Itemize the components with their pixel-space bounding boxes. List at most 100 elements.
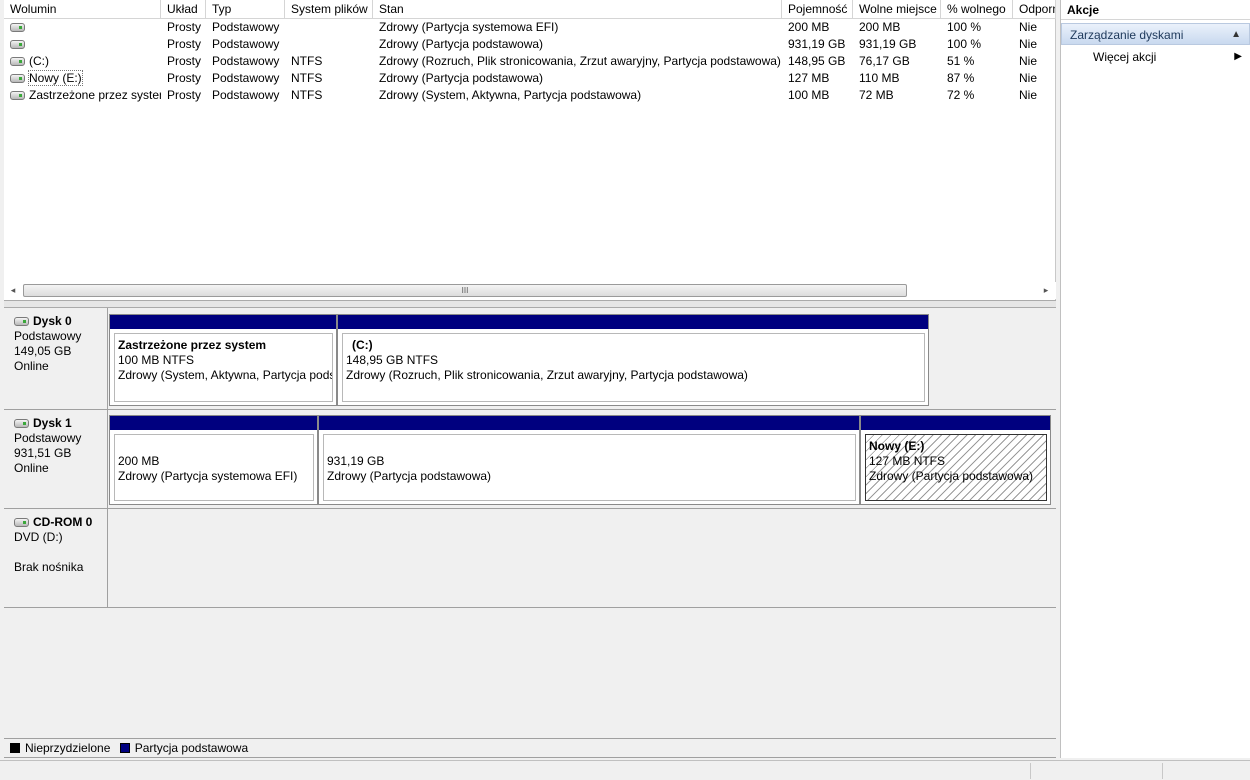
partition-c[interactable]: (C:) 148,95 GB NTFS Zdrowy (Rozruch, Pli…: [337, 314, 929, 406]
volume-list-header: Wolumin Układ Typ System plików Stan Poj…: [4, 0, 1056, 19]
volume-type: Podstawowy: [212, 71, 280, 85]
horizontal-scrollbar[interactable]: ◂ III ▸: [4, 282, 1056, 299]
partition-size: 100 MB NTFS: [118, 353, 195, 367]
partition-type-bar: [338, 315, 928, 329]
collapse-up-icon[interactable]: ▲: [1231, 24, 1241, 46]
table-row[interactable]: (C:) Prosty Podstawowy NTFS Zdrowy (Rozr…: [4, 53, 1056, 70]
column-header-status[interactable]: Stan: [373, 0, 782, 19]
volume-status: Zdrowy (Partycja podstawowa): [379, 71, 544, 85]
partition-efi[interactable]: 200 MB Zdrowy (Partycja systemowa EFI): [109, 415, 318, 505]
actions-pane: Akcje Zarządzanie dyskami ▲ Więcej akcji…: [1060, 0, 1250, 758]
partition-title: (C:): [352, 338, 373, 352]
volume-fault-tolerance: Nie: [1019, 88, 1038, 102]
volume-percent-free: 72 %: [947, 88, 975, 102]
volume-capacity: 931,19 GB: [788, 37, 846, 51]
column-header-capacity[interactable]: Pojemność: [782, 0, 853, 19]
column-header-layout[interactable]: Układ: [161, 0, 206, 19]
partition-type-bar: [110, 416, 317, 430]
disk-size: 149,05 GB: [14, 344, 72, 358]
column-header-percent-free[interactable]: % wolnego: [941, 0, 1013, 19]
volume-percent-free: 100 %: [947, 20, 982, 34]
partition-system-reserved[interactable]: Zastrzeżone przez system 100 MB NTFS Zdr…: [109, 314, 337, 406]
partition-status: Zdrowy (Rozruch, Plik stronicowania, Zrz…: [346, 368, 748, 382]
more-actions-item[interactable]: Więcej akcji ▶: [1061, 46, 1250, 68]
status-segment: [1030, 763, 1160, 779]
hard-disk-icon: [14, 419, 29, 428]
partition-size: 200 MB: [118, 454, 160, 468]
scroll-left-arrow-icon[interactable]: ◂: [6, 284, 20, 297]
volume-percent-free: 100 %: [947, 37, 982, 51]
volume-layout: Prosty: [167, 88, 202, 102]
cdrom-row: CD-ROM 0 DVD (D:) Brak nośnika: [4, 509, 1056, 608]
actions-section-disk-management[interactable]: Zarządzanie dyskami ▲: [1061, 23, 1250, 45]
volume-layout: Prosty: [167, 54, 202, 68]
disk-graphical-view: Dysk 0 Podstawowy 149,05 GB Online Zastr…: [4, 308, 1056, 738]
volume-filesystem: NTFS: [291, 54, 323, 68]
partition-status: Zdrowy (System, Aktywna, Partycja podsta…: [118, 368, 332, 382]
partition-size: 931,19 GB: [327, 454, 385, 468]
disk-state: Online: [14, 359, 49, 373]
legend-label-primary: Partycja podstawowa: [134, 741, 249, 755]
partition-data[interactable]: 931,19 GB Zdrowy (Partycja podstawowa): [318, 415, 860, 505]
volume-type: Podstawowy: [212, 20, 280, 34]
volume-type: Podstawowy: [212, 88, 280, 102]
disk-label-1[interactable]: Dysk 1 Podstawowy 931,51 GB Online: [4, 410, 108, 508]
volume-fault-tolerance: Nie: [1019, 54, 1038, 68]
disk-name: Dysk 1: [33, 416, 72, 430]
volume-fault-tolerance: Nie: [1019, 20, 1038, 34]
section-label: Zarządzanie dyskami: [1070, 28, 1184, 42]
volume-percent-free: 51 %: [947, 54, 975, 68]
scrollbar-thumb[interactable]: III: [23, 284, 907, 297]
table-row[interactable]: Prosty Podstawowy Zdrowy (Partycja syste…: [4, 19, 1056, 36]
table-row[interactable]: Nowy (E:) Prosty Podstawowy NTFS Zdrowy …: [4, 70, 1056, 87]
volume-type: Podstawowy: [212, 54, 280, 68]
disk-state: Online: [14, 461, 49, 475]
cdrom-label[interactable]: CD-ROM 0 DVD (D:) Brak nośnika: [4, 509, 108, 607]
column-header-fault-tolerance[interactable]: Odporn: [1013, 0, 1056, 19]
disk-volume-icon: [10, 40, 25, 49]
volume-status: Zdrowy (Partycja systemowa EFI): [379, 20, 559, 34]
volume-type: Podstawowy: [212, 37, 280, 51]
actions-title: Akcje: [1061, 0, 1250, 20]
table-row[interactable]: Prosty Podstawowy Zdrowy (Partycja podst…: [4, 36, 1056, 53]
disk-size: 931,51 GB: [14, 446, 72, 460]
disk-volume-icon: [10, 23, 25, 32]
column-header-filesystem[interactable]: System plików: [285, 0, 373, 19]
volume-fault-tolerance: Nie: [1019, 71, 1038, 85]
partition-title: Nowy (E:): [869, 439, 925, 453]
disk-volume-icon: [10, 74, 25, 83]
volume-free-space: 200 MB: [859, 20, 901, 34]
volume-status: Zdrowy (Partycja podstawowa): [379, 37, 544, 51]
selected-partition-hatch: Nowy (E:) 127 MB NTFS Zdrowy (Partycja p…: [865, 434, 1047, 501]
cdrom-media: Brak nośnika: [14, 560, 84, 574]
disk-row-1: Dysk 1 Podstawowy 931,51 GB Online 200 M…: [4, 410, 1056, 509]
partition-type-bar: [861, 416, 1050, 430]
table-row[interactable]: Zastrzeżone przez system Prosty Podstawo…: [4, 87, 1056, 104]
volume-capacity: 127 MB: [788, 71, 830, 85]
disk-volume-icon: [10, 57, 25, 66]
column-header-free-space[interactable]: Wolne miejsce: [853, 0, 941, 19]
cdrom-drive-icon: [14, 518, 29, 527]
pane-splitter[interactable]: [4, 300, 1056, 308]
volume-status: Zdrowy (System, Aktywna, Partycja podsta…: [379, 88, 642, 102]
partition-e[interactable]: Nowy (E:) 127 MB NTFS Zdrowy (Partycja p…: [860, 415, 1051, 505]
partition-size: 127 MB NTFS: [869, 454, 946, 468]
disk-label-0[interactable]: Dysk 0 Podstawowy 149,05 GB Online: [4, 308, 108, 409]
scroll-right-arrow-icon[interactable]: ▸: [1039, 284, 1053, 297]
legend-swatch-unallocated: [10, 743, 20, 753]
more-actions-label: Więcej akcji: [1093, 50, 1157, 64]
partition-status: Zdrowy (Partycja podstawowa): [327, 469, 492, 483]
volume-name: Zastrzeżone przez system: [29, 88, 161, 102]
partition-title: [327, 439, 852, 454]
volume-free-space: 76,17 GB: [859, 54, 910, 68]
volume-filesystem: [287, 19, 373, 36]
volume-list: Wolumin Układ Typ System plików Stan Poj…: [4, 0, 1056, 300]
legend-swatch-primary: [119, 743, 130, 753]
partition-type-bar: [319, 416, 859, 430]
disk-volume-icon: [10, 91, 25, 100]
disk-row-0: Dysk 0 Podstawowy 149,05 GB Online Zastr…: [4, 308, 1056, 410]
volume-layout: Prosty: [167, 37, 202, 51]
column-header-volume[interactable]: Wolumin: [4, 0, 161, 19]
volume-capacity: 148,95 GB: [788, 54, 846, 68]
column-header-type[interactable]: Typ: [206, 0, 285, 19]
